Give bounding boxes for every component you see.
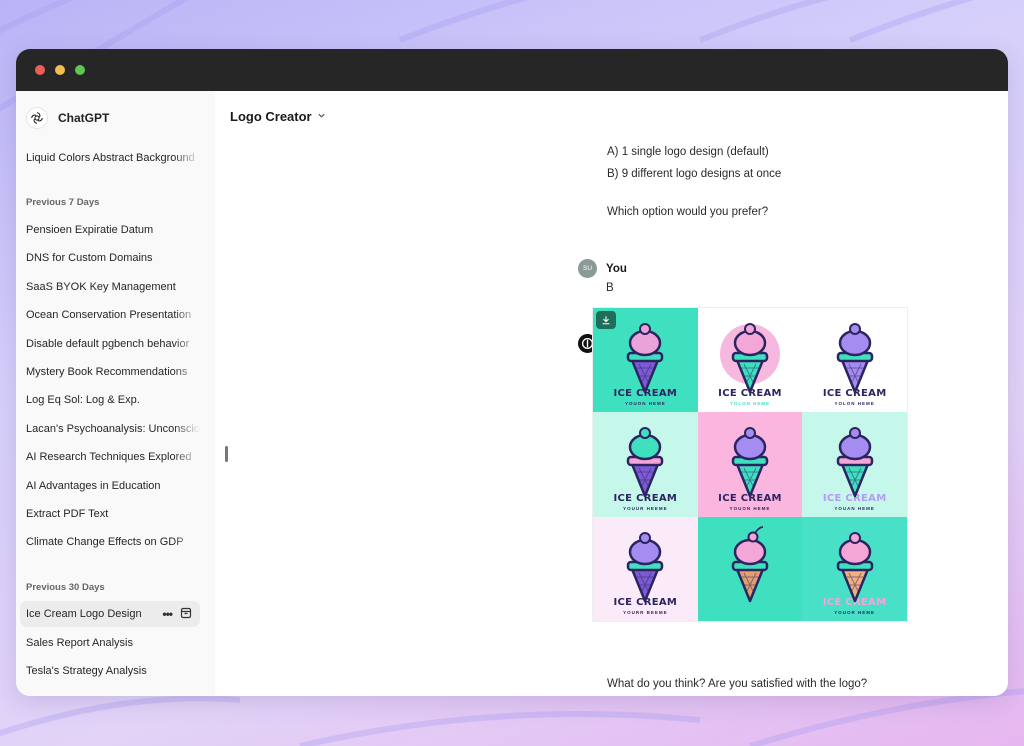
ice-cream-icon — [836, 531, 873, 602]
ice-cream-icon — [731, 427, 769, 498]
ice-cream-icon — [627, 531, 664, 602]
assistant-message-previous: A) 1 single logo design (default) B) 9 d… — [607, 141, 937, 223]
chat-title: Extract PDF Text — [26, 508, 109, 520]
maximize-window-button[interactable] — [75, 65, 85, 75]
logo-variant-tile: ICE CREAM YOURR BEEME — [593, 516, 698, 621]
message-line: B) 9 different logo designs at once — [607, 168, 782, 180]
chat-title: Disable default pgbench behavior — [26, 338, 190, 350]
openai-logo-icon — [26, 107, 48, 129]
logo-subtitle-text: YOUOR HEME — [834, 610, 876, 615]
chat-title: DNS for Custom Domains — [26, 252, 153, 264]
sidebar-chat-item[interactable]: Sales Report Analysis — [20, 630, 200, 656]
chat-title: Pensioen Expiratie Datum — [26, 224, 154, 236]
chat-title: Liquid Colors Abstract Background — [26, 152, 195, 164]
more-options-icon[interactable]: ••• — [162, 607, 173, 621]
logo-variant-tile: ICE CREAM YOUOR HEME — [802, 516, 907, 621]
logo-subtitle-text: YOUUR HEEME — [623, 505, 668, 511]
chevron-down-icon — [317, 107, 326, 125]
conversation: A) 1 single logo design (default) B) 9 d… — [607, 141, 937, 223]
chat-title: Lacan's Psychoanalysis: Unconscious — [26, 423, 200, 435]
user-message: SU You B — [578, 259, 627, 298]
chat-title: Sales Report Analysis — [26, 637, 133, 649]
sidebar-chat-item[interactable]: Pensioen Expiratie Datum — [20, 217, 200, 243]
sidebar-chat-item[interactable]: Liquid Colors Abstract Background — [20, 145, 200, 171]
logo-subtitle-text: YOLON HEME — [729, 401, 771, 407]
logo-variant-tile: ICE CREAM YOUON HEME — [697, 412, 803, 517]
ice-cream-icon — [627, 323, 664, 394]
sidebar-chat-item[interactable]: AI Advantages in Education — [20, 473, 200, 499]
chat-title: Log Eq Sol: Log & Exp. — [26, 394, 140, 406]
sidebar-chat-item[interactable]: Extract PDF Text — [20, 501, 200, 527]
chat-title: AI Advantages in Education — [26, 480, 161, 492]
model-title: Logo Creator — [230, 108, 312, 124]
close-window-button[interactable] — [35, 65, 45, 75]
user-avatar: SU — [578, 259, 597, 278]
sidebar-chat-item[interactable]: Disable default pgbench behavior — [20, 331, 200, 357]
logo-variant-tile: ICE CREAM YOLON HEME — [697, 308, 803, 413]
ice-cream-icon — [627, 427, 664, 498]
user-author-name: You — [606, 262, 627, 275]
message-line: A) 1 single logo design (default) — [607, 146, 769, 158]
assistant-followup-text: What do you think? Are you satisfied wit… — [607, 678, 868, 690]
window-titlebar — [16, 49, 1008, 91]
sidebar-chat-item[interactable]: SaaS BYOK Key Management — [20, 274, 200, 300]
chat-title: Climate Change Effects on GDP — [26, 536, 184, 548]
sidebar-chat-item[interactable]: Mystery Book Recommendations — [20, 359, 200, 385]
section-heading-previous-7-days: Previous 7 Days — [26, 197, 100, 208]
logo-subtitle-text: YOURR BEEME — [623, 610, 668, 615]
logo-variant-tile — [697, 516, 803, 621]
sidebar: ChatGPT Liquid Colors Abstract Backgroun… — [16, 91, 215, 696]
ice-cream-icon — [836, 323, 873, 394]
chat-title: AI Research Techniques Explored — [26, 451, 192, 463]
archive-icon[interactable] — [180, 607, 192, 622]
user-message-text: B — [606, 282, 614, 294]
logo-variant-tile: ICE CREAM YOUAN HEME — [802, 412, 907, 517]
message-line: Which option would you prefer? — [607, 206, 769, 218]
sidebar-chat-item[interactable]: Lacan's Psychoanalysis: Unconscious — [20, 416, 200, 442]
chat-title: Ocean Conservation Presentation — [26, 309, 192, 321]
sidebar-chat-item[interactable]: Climate Change Effects on GDP — [20, 529, 200, 555]
logo-subtitle-text: YOUAN HEME — [834, 505, 875, 511]
sidebar-chat-item[interactable]: DNS for Custom Domains — [20, 245, 200, 271]
chat-title: Mystery Book Recommendations — [26, 366, 188, 378]
sidebar-chat-item[interactable]: Log Eq Sol: Log & Exp. — [20, 387, 200, 413]
ice-cream-icon — [836, 427, 873, 498]
sidebar-brand[interactable]: ChatGPT — [26, 107, 109, 129]
chat-title: SaaS BYOK Key Management — [26, 281, 176, 293]
model-selector[interactable]: Logo Creator — [230, 107, 326, 125]
ice-cream-icon — [719, 323, 780, 394]
chat-title: Ice Cream Logo Design — [26, 608, 142, 620]
sidebar-resize-handle[interactable] — [225, 446, 228, 462]
sidebar-chat-item[interactable]: Tesla's Strategy Analysis — [20, 658, 200, 684]
brand-name: ChatGPT — [58, 111, 110, 125]
logo-subtitle-text: YOUON HEME — [729, 505, 771, 511]
logo-subtitle-text: YOUON HEME — [624, 401, 666, 407]
chat-title: Tesla's Strategy Analysis — [26, 665, 147, 677]
generated-logo-image[interactable]: ICE CREAM YOUON HEME ICE CREAM YOLON HEME IC… — [592, 307, 908, 622]
logo-variant-tile: ICE CREAM YOLON HEME — [802, 308, 907, 413]
download-button[interactable] — [596, 311, 616, 329]
sidebar-chat-item-active[interactable]: Ice Cream Logo Design ••• — [20, 601, 200, 627]
logo-subtitle-text: YOLON HEME — [834, 401, 875, 407]
logo-variant-tile: ICE CREAM YOUUR HEEME — [593, 412, 698, 517]
minimize-window-button[interactable] — [55, 65, 65, 75]
section-heading-previous-30-days: Previous 30 Days — [26, 582, 105, 593]
sidebar-chat-item[interactable]: AI Research Techniques Explored — [20, 444, 200, 470]
ice-cream-icon — [731, 525, 769, 602]
sidebar-chat-item[interactable]: Ocean Conservation Presentation — [20, 302, 200, 328]
